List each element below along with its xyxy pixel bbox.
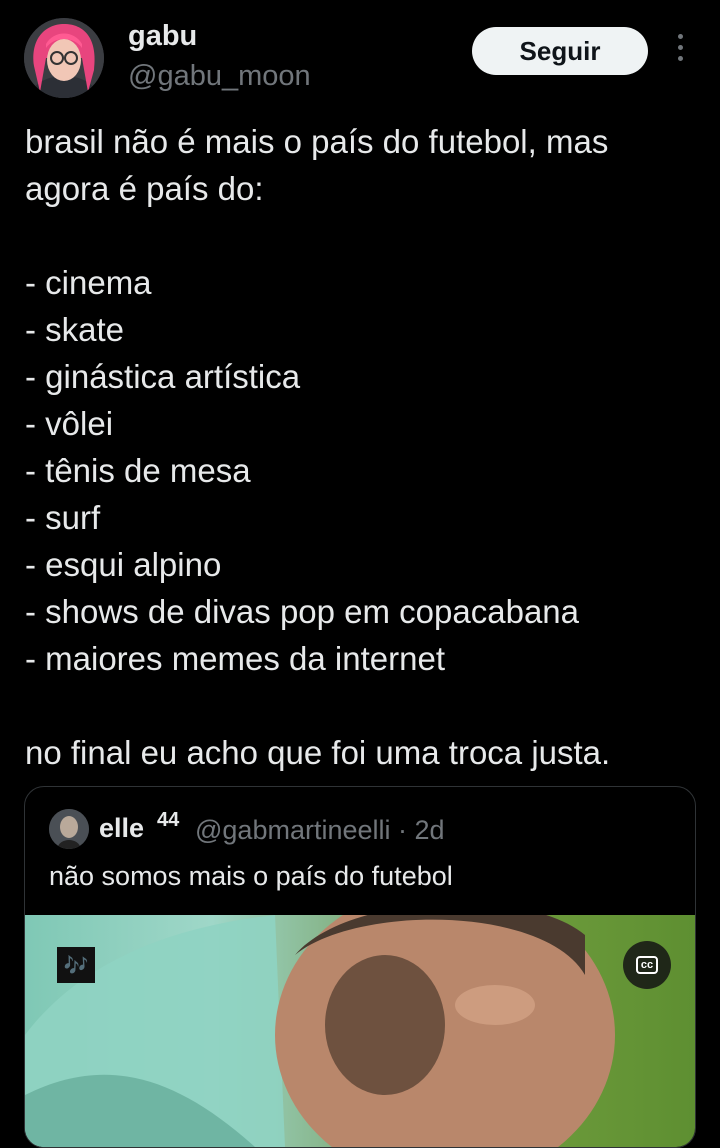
author-handle[interactable]: @gabu_moon [128, 60, 311, 93]
quoted-avatar-image [49, 809, 89, 849]
list-item: - cinema [25, 264, 152, 301]
quoted-handle-time: @gabmartineelli · 2d [195, 815, 445, 845]
quoted-tweet[interactable]: elle 44 @gabmartineelli · 2d não somos m… [24, 786, 696, 1148]
author-name[interactable]: gabu [128, 20, 197, 53]
quoted-author-name[interactable]: elle [99, 813, 144, 844]
more-options-icon[interactable] [666, 34, 694, 70]
tweet-text: brasil não é mais o país do futebol, mas… [25, 118, 705, 776]
video-frame [25, 915, 615, 1147]
list-item: - tênis de mesa [25, 452, 251, 489]
tweet-header: gabu @gabu_moon Seguir [0, 0, 720, 110]
author-avatar-image [24, 18, 104, 98]
list-item: - ginástica artística [25, 358, 301, 395]
tweet-line: agora é país do: [25, 170, 264, 207]
list-item: - surf [25, 499, 101, 536]
quoted-text: não somos mais o país do futebol [49, 861, 453, 891]
list-item: - vôlei [25, 405, 114, 442]
quoted-video[interactable]: 🎶 cc [25, 915, 695, 1147]
author-avatar[interactable] [24, 18, 104, 98]
music-notes-icon: 🎶 [57, 947, 95, 983]
list-item: - esqui alpino [25, 546, 222, 583]
follow-button[interactable]: Seguir [472, 27, 648, 75]
tweet-line: brasil não é mais o país do futebol, mas [25, 123, 609, 160]
quoted-author-badge: 44 [157, 809, 180, 831]
cc-label: cc [635, 956, 659, 974]
list-item: - skate [25, 311, 125, 348]
tweet-closing: no final eu acho que foi uma troca justa… [25, 734, 611, 771]
list-item: - shows de divas pop em copacabana [25, 593, 580, 630]
list-item: - maiores memes da internet [25, 640, 445, 677]
closed-captions-icon[interactable]: cc [623, 941, 671, 989]
quoted-avatar[interactable] [49, 809, 89, 849]
